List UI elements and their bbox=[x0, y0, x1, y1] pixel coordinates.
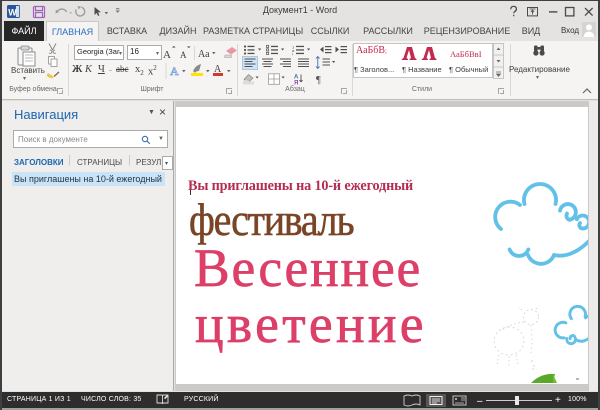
svg-text:А: А bbox=[170, 64, 179, 78]
svg-text:А: А bbox=[180, 50, 187, 60]
svg-text:i: i bbox=[292, 52, 293, 57]
svg-text:¶: ¶ bbox=[316, 75, 321, 86]
svg-text:Аа: Аа bbox=[198, 49, 210, 60]
svg-text:А: А bbox=[163, 49, 171, 60]
